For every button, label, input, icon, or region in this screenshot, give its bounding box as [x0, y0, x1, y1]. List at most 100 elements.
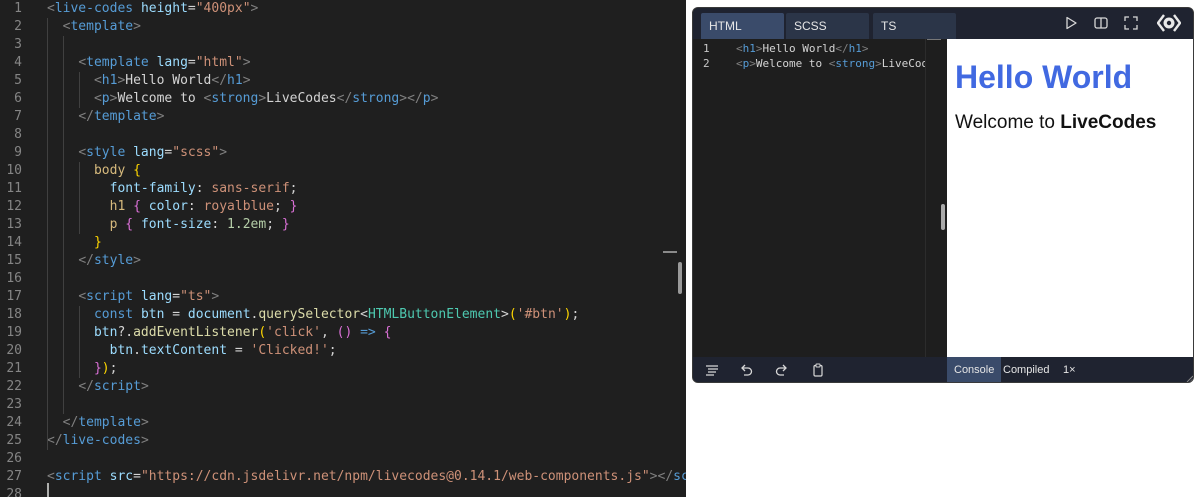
code-line: 9 <style lang="scss"> — [0, 144, 686, 162]
code-token: > — [242, 55, 251, 70]
code-token: script — [93, 379, 141, 394]
line-number: 12 — [6, 199, 22, 214]
code-token: live-codes — [62, 433, 141, 448]
code-token: < — [736, 57, 743, 70]
clipboard-icon[interactable] — [811, 363, 825, 377]
code-token: () — [336, 325, 353, 340]
code-line: 17 <script lang="ts"> — [0, 288, 686, 306]
code-token: { — [133, 199, 141, 214]
tab-ts[interactable]: TS — [873, 13, 956, 39]
code-token: live-codes — [54, 1, 134, 16]
code-token: < — [78, 55, 87, 70]
zoom-button[interactable]: 1× — [1063, 357, 1076, 382]
code-token: < — [360, 307, 368, 322]
code-text: const btn = document.querySelector<HTMLB… — [47, 306, 579, 324]
code-text: <p>Welcome to <strong>LiveCodes</strong>… — [47, 90, 438, 108]
split-icon[interactable] — [1093, 15, 1109, 31]
code-token: </ — [835, 42, 849, 55]
code-line: 14 } — [0, 234, 686, 252]
code-line: 26 — [0, 450, 686, 468]
code-token: </ — [62, 415, 79, 430]
code-line: 18 const btn = document.querySelector<HT… — [0, 306, 686, 324]
line-number: 18 — [6, 307, 22, 322]
resize-handle-icon[interactable] — [1186, 375, 1194, 383]
code-token: </ — [78, 109, 94, 124]
code-token: > — [749, 57, 756, 70]
code-token: > — [156, 109, 165, 124]
line-number: 8 — [14, 127, 22, 142]
code-line: 23 — [0, 396, 686, 414]
code-token: h1 — [227, 73, 243, 88]
code-token: btn — [140, 307, 165, 322]
code-token: = — [133, 469, 141, 484]
code-line: 22 </script> — [0, 378, 686, 396]
code-token: 'Clicked!' — [250, 343, 329, 358]
code-line: 2 <template> — [0, 18, 686, 36]
console-tab[interactable]: Console — [947, 357, 1002, 382]
code-token: = — [172, 289, 181, 304]
line-number: 20 — [6, 343, 22, 358]
code-text: btn?.addEventListener('click', () => { — [47, 324, 391, 342]
code-token: document — [187, 307, 251, 322]
code-text: </style> — [47, 252, 141, 270]
code-token: > — [219, 145, 228, 160]
code-text: <h1>Hello World</h1> — [47, 72, 251, 90]
code-token: ></ — [649, 469, 674, 484]
code-token: LiveCodes — [881, 57, 925, 70]
code-line: 19 btn?.addEventListener('click', () => … — [0, 324, 686, 342]
preview-strong-text: LiveCodes — [1060, 112, 1157, 133]
undo-icon[interactable] — [739, 363, 753, 377]
code-token: > — [242, 73, 251, 88]
indent-guide — [63, 36, 64, 414]
line-number: 4 — [14, 55, 22, 70]
code-token: height — [140, 1, 188, 16]
editor-toolbar: HTML SCSS TS — [693, 8, 1193, 39]
line-number: 1 — [703, 42, 710, 55]
code-token: > — [133, 19, 141, 34]
code-token: "400px" — [195, 1, 251, 16]
code-token: Hello World — [762, 42, 836, 55]
splitter-grip[interactable] — [941, 204, 945, 230]
editor-scrollbar[interactable] — [678, 262, 682, 294]
code-line: 15 </style> — [0, 252, 686, 270]
code-line: 13 p { font-size: 1.2em; } — [0, 216, 686, 234]
play-icon[interactable] — [1063, 15, 1079, 31]
indent-guide — [79, 162, 80, 234]
code-text: h1 { color: royalblue; } — [47, 198, 298, 216]
code-editor[interactable]: 1 <live-codes height="400px"> 2 <template>… — [0, 0, 686, 497]
fullscreen-icon[interactable] — [1123, 15, 1139, 31]
indent-guide — [79, 72, 80, 108]
tab-scss[interactable]: SCSS — [786, 13, 869, 39]
code-token: > — [140, 379, 149, 394]
code-token: addEventListener — [133, 325, 259, 340]
code-line: 1 <live-codes height="400px"> — [0, 0, 686, 18]
pane-splitter[interactable] — [925, 39, 948, 357]
code-token: ; — [109, 361, 118, 376]
code-token: textContent — [140, 343, 228, 358]
text-cursor — [47, 483, 49, 497]
redo-icon[interactable] — [775, 363, 789, 377]
livecodes-logo-icon[interactable] — [1157, 12, 1181, 34]
code-token: ( — [508, 307, 517, 322]
code-token: "https://cdn.jsdelivr.net/npm/livecodes@… — [140, 469, 650, 484]
code-token: body — [93, 163, 126, 178]
line-number: 10 — [6, 163, 22, 178]
compiled-tab[interactable]: Compiled — [996, 357, 1056, 382]
code-token: </ — [78, 379, 94, 394]
format-icon[interactable] — [705, 363, 719, 377]
code-token: strong — [352, 91, 400, 106]
code-token: = — [164, 307, 188, 322]
widget-code-editor[interactable]: 1 <h1>Hello World</h1> 2 <p>Welcome to <str… — [693, 39, 947, 357]
line-number: 11 — [6, 181, 22, 196]
code-token: </ — [211, 73, 228, 88]
tab-html[interactable]: HTML — [701, 13, 784, 39]
